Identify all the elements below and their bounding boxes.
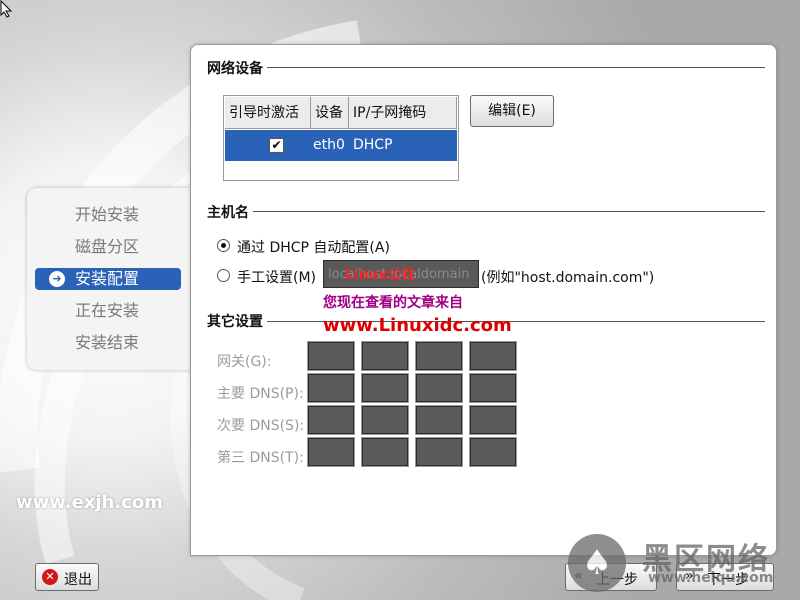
corner-watermark-logo: ♠ 黑区网络 www.heiqu.com xyxy=(568,530,800,600)
step-install-config: ➜ 安装配置 xyxy=(35,268,181,290)
gateway-octet-4[interactable] xyxy=(469,341,517,371)
secondary-dns-octet-1[interactable] xyxy=(307,405,355,435)
mouse-cursor-icon xyxy=(0,0,13,18)
section-divider xyxy=(207,211,765,212)
tertiary-dns-octet-2[interactable] xyxy=(361,437,409,467)
network-devices-title: 网络设备 xyxy=(207,58,267,78)
step-label: 开始安装 xyxy=(75,205,140,224)
step-installing: 正在安装 xyxy=(35,300,181,322)
secondary-dns-octet-2[interactable] xyxy=(361,405,409,435)
step-label: 安装配置 xyxy=(75,269,140,288)
column-header-ip-netmask[interactable]: IP/子网掩码 xyxy=(349,97,457,129)
device-cell: eth0 xyxy=(313,137,345,153)
dhcp-radio[interactable] xyxy=(217,239,230,252)
primary-dns-octet-3[interactable] xyxy=(415,373,463,403)
tertiary-dns-label: 第三 DNS(T): xyxy=(217,450,304,466)
secondary-dns-octet-4[interactable] xyxy=(469,405,517,435)
gateway-octet-3[interactable] xyxy=(415,341,463,371)
hostname-example: (例如"host.domain.com") xyxy=(481,270,655,286)
corner-logo-url: www.heiqu.com xyxy=(648,570,774,586)
exit-label: 退出 xyxy=(64,572,92,588)
primary-dns-octet-1[interactable] xyxy=(307,373,355,403)
ip-cell: DHCP xyxy=(353,137,393,153)
exit-icon: ✕ xyxy=(42,569,58,585)
tertiary-dns-octet-3[interactable] xyxy=(415,437,463,467)
current-step-arrow-icon: ➜ xyxy=(49,271,65,287)
gateway-octet-1[interactable] xyxy=(307,341,355,371)
column-header-device[interactable]: 设备 xyxy=(311,97,349,129)
manual-radio[interactable] xyxy=(217,269,230,282)
step-install-end: 安装结束 xyxy=(35,332,181,354)
exit-button[interactable]: ✕ 退出 xyxy=(35,563,99,591)
other-settings-title: 其它设置 xyxy=(207,311,267,331)
watermark-red-text: Linux公社 xyxy=(345,267,416,283)
config-panel: 网络设备 引导时激活 设备 IP/子网掩码 ✔ eth0 DHCP 编辑(E) … xyxy=(190,44,777,556)
install-steps-sidebar: 开始安装 磁盘分区 ➜ 安装配置 正在安装 安装结束 xyxy=(27,188,193,370)
edit-button[interactable]: 编辑(E) xyxy=(470,95,554,127)
dhcp-radio-label[interactable]: 通过 DHCP 自动配置(A) xyxy=(237,237,390,257)
primary-dns-label: 主要 DNS(P): xyxy=(217,386,304,402)
gateway-label: 网关(G): xyxy=(217,354,272,370)
hostname-title: 主机名 xyxy=(207,202,253,222)
step-label: 安装结束 xyxy=(75,333,140,352)
site-watermark: www.exjh.com xyxy=(16,492,164,513)
primary-dns-octet-4[interactable] xyxy=(469,373,517,403)
step-label: 磁盘分区 xyxy=(75,237,140,256)
primary-dns-octet-2[interactable] xyxy=(361,373,409,403)
watermark-purple-text: 您现在查看的文章来自 xyxy=(323,295,463,311)
gateway-octet-2[interactable] xyxy=(361,341,409,371)
network-device-table[interactable]: 引导时激活 设备 IP/子网掩码 ✔ eth0 DHCP xyxy=(223,95,459,181)
step-label: 正在安装 xyxy=(75,301,140,320)
secondary-dns-octet-3[interactable] xyxy=(415,405,463,435)
step-disk-partition: 磁盘分区 xyxy=(35,236,181,258)
section-divider xyxy=(207,67,765,68)
column-header-activate-on-boot[interactable]: 引导时激活 xyxy=(225,97,311,129)
tertiary-dns-octet-1[interactable] xyxy=(307,437,355,467)
activate-on-boot-checkbox[interactable]: ✔ xyxy=(269,138,284,153)
manual-radio-label[interactable]: 手工设置(M) xyxy=(237,267,316,287)
table-row[interactable]: ✔ eth0 DHCP xyxy=(225,130,457,161)
mushroom-logo-icon: ♠ xyxy=(568,534,626,592)
secondary-dns-label: 次要 DNS(S): xyxy=(217,418,305,434)
watermark-site-text: www.Linuxidc.com xyxy=(323,315,512,336)
tertiary-dns-octet-4[interactable] xyxy=(469,437,517,467)
step-start-install: 开始安装 xyxy=(35,204,181,226)
